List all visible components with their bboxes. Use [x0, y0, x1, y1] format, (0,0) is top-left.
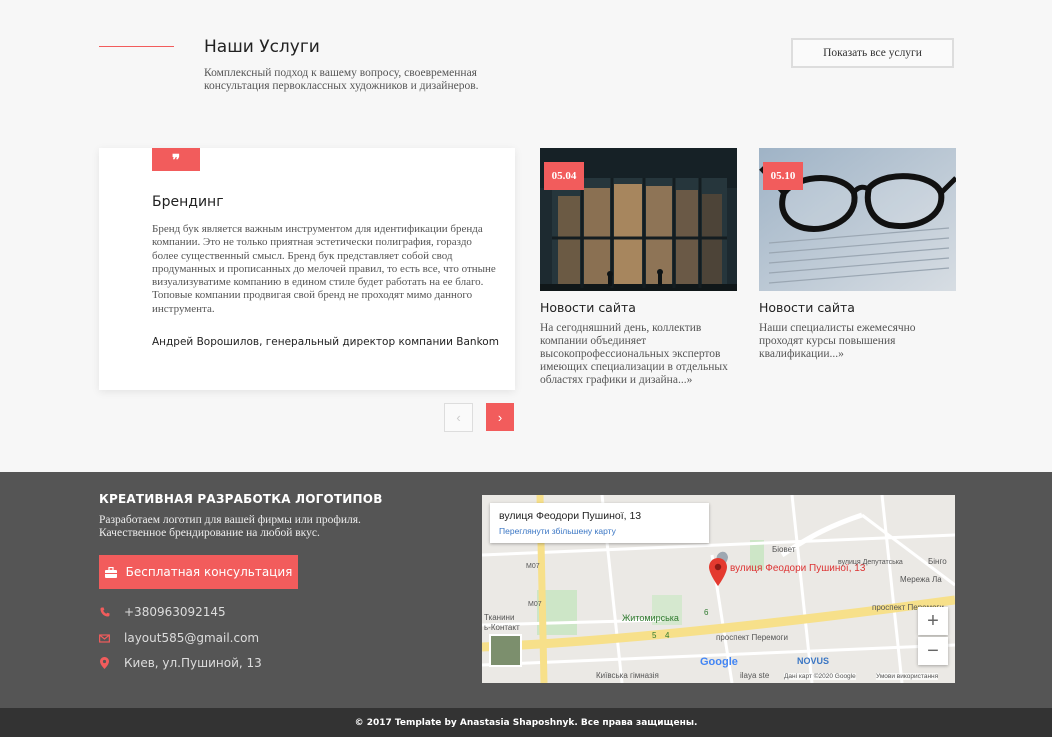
map-label-four: 4	[665, 631, 670, 640]
news-title[interactable]: Новости сайта	[759, 300, 956, 315]
map-terms-link[interactable]: Умови використання	[876, 673, 939, 680]
map-info-card: вулиця Феодори Пушиної, 13 Переглянути з…	[490, 503, 709, 543]
news-title[interactable]: Новости сайта	[540, 300, 737, 315]
map-label-avenue: проспект Перемоги	[716, 633, 788, 642]
section-description: Комплексный подход к вашему вопросу, сво…	[204, 67, 479, 92]
news-card[interactable]: 05.04 Новости сайта На сегодняшний день,…	[540, 148, 737, 387]
free-consultation-label: Бесплатная консультация	[125, 565, 293, 579]
map-label-biovet: Біовет	[772, 545, 796, 554]
view-larger-map-link[interactable]: Переглянути збільшену карту	[499, 526, 700, 536]
map-pin-icon	[99, 657, 110, 669]
testimonial-title: Брендинг	[152, 194, 224, 210]
phone-icon	[99, 607, 110, 617]
testimonial-author: Андрей Ворошилов, генеральный директор к…	[152, 336, 499, 348]
map-label-m07-2: M07	[528, 601, 542, 608]
map-label-bingo: Бінго	[928, 557, 947, 566]
map-label-school: Київська гімназія	[596, 671, 659, 680]
map-credits: Дані карт ©2020 Google	[784, 673, 856, 680]
map-label-tkanini: Тканини	[484, 613, 515, 622]
footer-title: КРЕАТИВНАЯ РАЗРАБОТКА ЛОГОТИПОВ	[99, 492, 383, 506]
address-text: Киев, ул.Пушиной, 13	[124, 656, 262, 670]
footer-description: Разработаем логотип для вашей фирмы или …	[99, 514, 361, 539]
footer: КРЕАТИВНАЯ РАЗРАБОТКА ЛОГОТИПОВ Разработ…	[0, 472, 1052, 708]
section-title: Наши Услуги	[204, 37, 320, 57]
zoom-in-button[interactable]: +	[918, 607, 948, 635]
map-card-title: вулиця Феодори Пушиної, 13	[499, 510, 642, 522]
free-consultation-button[interactable]: Бесплатная консультация	[99, 555, 298, 589]
map-label-m07: M07	[526, 563, 540, 570]
email-address: layout585@gmail.com	[124, 631, 260, 645]
contact-address: Киев, ул.Пушиной, 13	[99, 656, 262, 670]
map-label-novus: NOVUS	[797, 656, 830, 666]
zoom-out-button[interactable]: −	[918, 637, 948, 665]
map-label-street: вулиця Депутатська	[838, 559, 903, 566]
news-image-building[interactable]: 05.04	[540, 148, 737, 291]
contact-phone[interactable]: +380963092145	[99, 605, 226, 619]
quote-icon: ❞	[152, 148, 200, 171]
google-map[interactable]: вулиця Феодори Пушиної, 13 Житомирська п…	[482, 495, 955, 683]
map-label-meregha: Мережа Ла	[900, 575, 942, 584]
google-logo: Google	[700, 656, 738, 668]
news-excerpt: На сегодняшний день, коллектив компании …	[540, 322, 728, 386]
testimonial-text: Бренд бук является важным инструментом д…	[152, 223, 496, 315]
testimonial-card: ❞ Брендинг Бренд бук является важным инс…	[99, 148, 515, 390]
news-card[interactable]: 05.10 Новости сайта Наши специалисты еже…	[759, 148, 956, 361]
carousel-prev-button[interactable]: ‹	[444, 403, 473, 432]
map-label-metro: Житомирська	[622, 613, 679, 623]
section-decor-line	[99, 46, 174, 47]
map-label-six: 6	[704, 608, 709, 617]
phone-number: +380963092145	[124, 605, 226, 619]
news-excerpt: Наши специалисты ежемесячно проходят кур…	[759, 322, 916, 360]
show-all-services-button[interactable]: Показать все услуги	[791, 38, 954, 68]
news-date-badge: 05.04	[544, 162, 584, 190]
copyright: © 2017 Template by Anastasia Shaposhnyk.…	[0, 708, 1052, 737]
news-image-glasses[interactable]: 05.10	[759, 148, 956, 291]
news-date-badge: 05.10	[763, 162, 803, 190]
contact-email[interactable]: layout585@gmail.com	[99, 631, 259, 645]
map-label-ilaya: ilaya ste	[740, 671, 770, 680]
carousel-next-button[interactable]: ›	[486, 403, 514, 431]
briefcase-icon	[104, 566, 117, 578]
map-label-five: 5	[652, 631, 657, 640]
map-label-kontakt: ь-Контакт	[484, 623, 520, 632]
envelope-icon	[99, 633, 110, 643]
